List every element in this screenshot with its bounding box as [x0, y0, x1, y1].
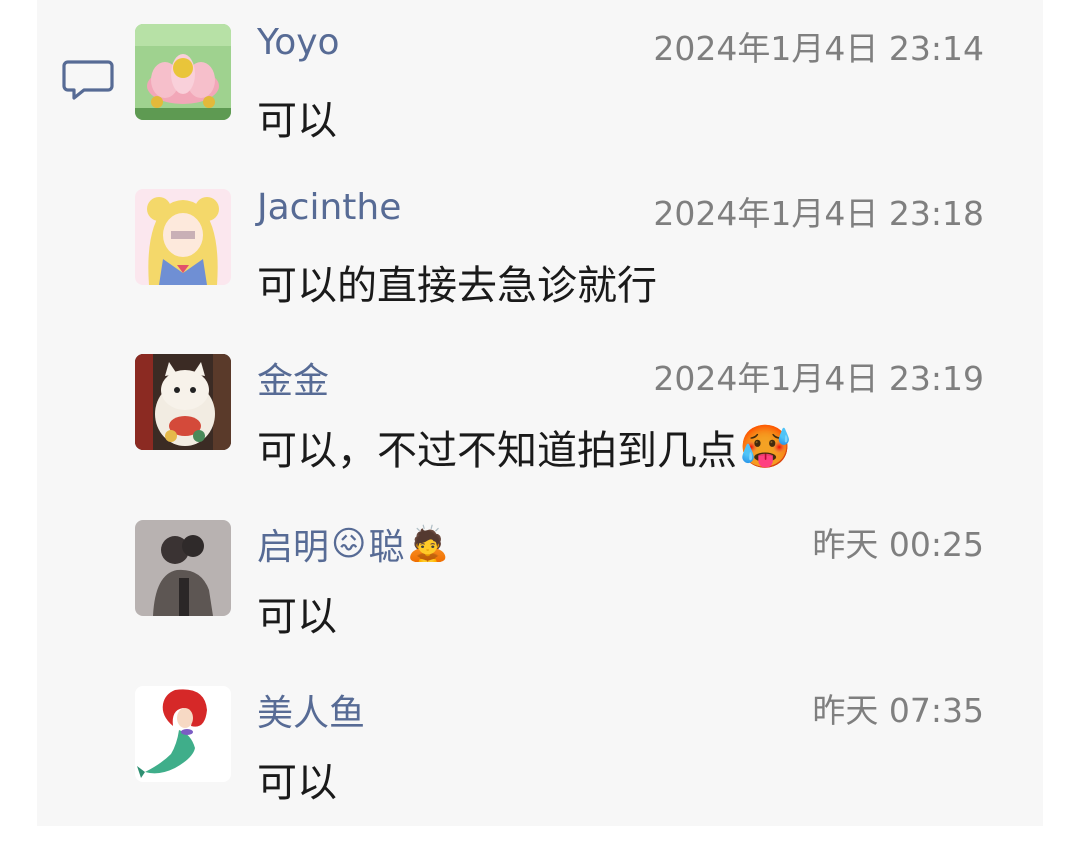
author-name[interactable]: 金金	[257, 352, 329, 404]
confounded-face-emoji: 😖	[331, 524, 367, 564]
avatar-person-photo-icon	[135, 520, 231, 616]
comment-row: 启明 😖 聪 🙇 昨天 00:25 可以	[0, 496, 1080, 662]
comment-text-body: 可以，不过不知道拍到几点	[257, 428, 737, 474]
timestamp: 2024年1月4日 23:18	[653, 194, 984, 233]
comment-row: Jacinthe 2024年1月4日 23:18 可以的直接去急诊就行	[0, 165, 1080, 331]
author-name-text[interactable]: 启明	[257, 518, 329, 570]
avatar-lotus-frog-icon	[135, 24, 231, 120]
author-name[interactable]: 启明 😖 聪 🙇	[257, 518, 451, 570]
author-name-text-part[interactable]: 聪	[368, 518, 404, 570]
avatar-sailor-girl-icon	[135, 189, 231, 285]
avatar-mermaid-icon	[135, 686, 231, 782]
avatar[interactable]	[135, 354, 231, 450]
timestamp: 2024年1月4日 23:14	[653, 29, 984, 68]
author-name-text[interactable]: Jacinthe	[257, 187, 401, 228]
avatar-lucky-cat-icon	[135, 354, 231, 450]
comment-text: 可以	[257, 750, 337, 808]
timestamp: 2024年1月4日 23:19	[653, 359, 984, 398]
comment-text-body: 可以的直接去急诊就行	[257, 263, 657, 309]
comment-text: 可以的直接去急诊就行	[257, 253, 657, 311]
comment-row: Yoyo 2024年1月4日 23:14 可以	[0, 0, 1080, 166]
comment-text-body: 可以	[257, 760, 337, 806]
avatar[interactable]	[135, 24, 231, 120]
author-name-text[interactable]: 美人鱼	[257, 684, 365, 736]
comment-text: 可以，不过不知道拍到几点 🥵	[257, 418, 791, 476]
author-name[interactable]: Jacinthe	[257, 187, 401, 228]
comment-text-body: 可以	[257, 594, 337, 640]
avatar[interactable]	[135, 520, 231, 616]
author-name-text[interactable]: Yoyo	[257, 22, 340, 63]
comment-text: 可以	[257, 88, 337, 146]
timestamp: 昨天 07:35	[812, 691, 984, 730]
avatar[interactable]	[135, 686, 231, 782]
timestamp: 昨天 00:25	[812, 525, 984, 564]
comment-text-body: 可以	[257, 98, 337, 144]
avatar[interactable]	[135, 189, 231, 285]
bowing-person-emoji: 🙇	[406, 524, 449, 564]
author-name[interactable]: Yoyo	[257, 22, 340, 63]
comment-row: 金金 2024年1月4日 23:19 可以，不过不知道拍到几点 🥵	[0, 330, 1080, 496]
author-name[interactable]: 美人鱼	[257, 684, 365, 736]
comment-row: 美人鱼 昨天 07:35 可以	[0, 662, 1080, 828]
comment-text: 可以	[257, 584, 337, 642]
author-name-text[interactable]: 金金	[257, 352, 329, 404]
hot-face-emoji: 🥵	[739, 422, 792, 471]
